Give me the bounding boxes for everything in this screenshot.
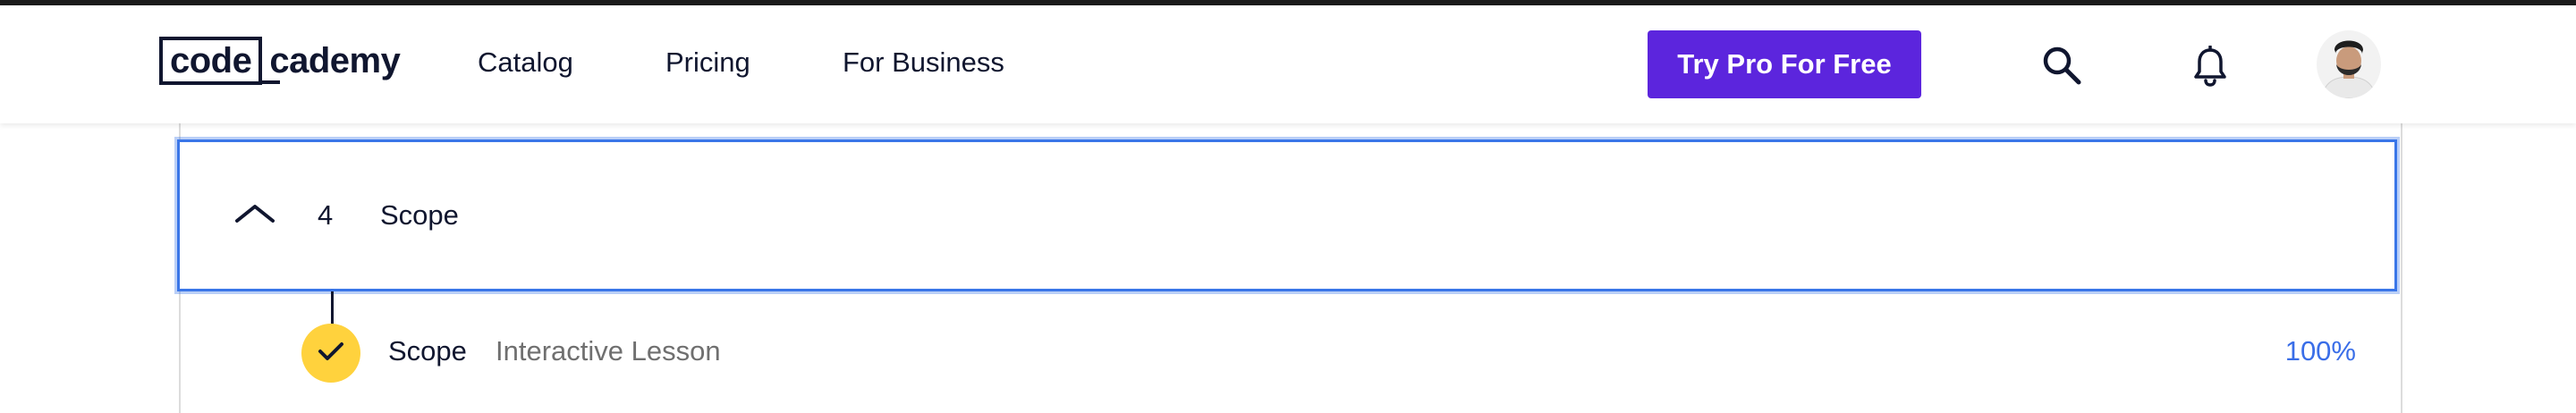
lesson-type: Interactive Lesson (496, 335, 721, 367)
lesson-title[interactable]: Scope (388, 335, 467, 367)
try-pro-button[interactable]: Try Pro For Free (1648, 30, 1921, 98)
logo-code: code (159, 37, 263, 85)
codecademy-logo[interactable]: code cademy (159, 36, 401, 86)
chevron-up-icon (233, 198, 276, 226)
top-navigation: code cademy Catalog Pricing For Business… (0, 5, 2576, 123)
bell-icon[interactable] (2188, 43, 2233, 89)
module-number: 4 (318, 199, 334, 231)
module-title: Scope (380, 199, 459, 231)
user-avatar[interactable] (2317, 30, 2381, 98)
nav-link-catalog[interactable]: Catalog (478, 46, 573, 79)
check-icon (317, 340, 345, 367)
lesson-progress: 100% (2284, 335, 2356, 367)
module-header[interactable]: 4 Scope (177, 139, 2397, 291)
search-icon[interactable] (2039, 43, 2084, 88)
logo-cademy: cademy (262, 43, 401, 84)
nav-link-for-business[interactable]: For Business (843, 46, 1004, 79)
nav-link-pricing[interactable]: Pricing (665, 46, 750, 79)
lesson-row[interactable]: Scope Interactive Lesson 100% (179, 304, 2399, 402)
completed-badge (301, 324, 360, 383)
